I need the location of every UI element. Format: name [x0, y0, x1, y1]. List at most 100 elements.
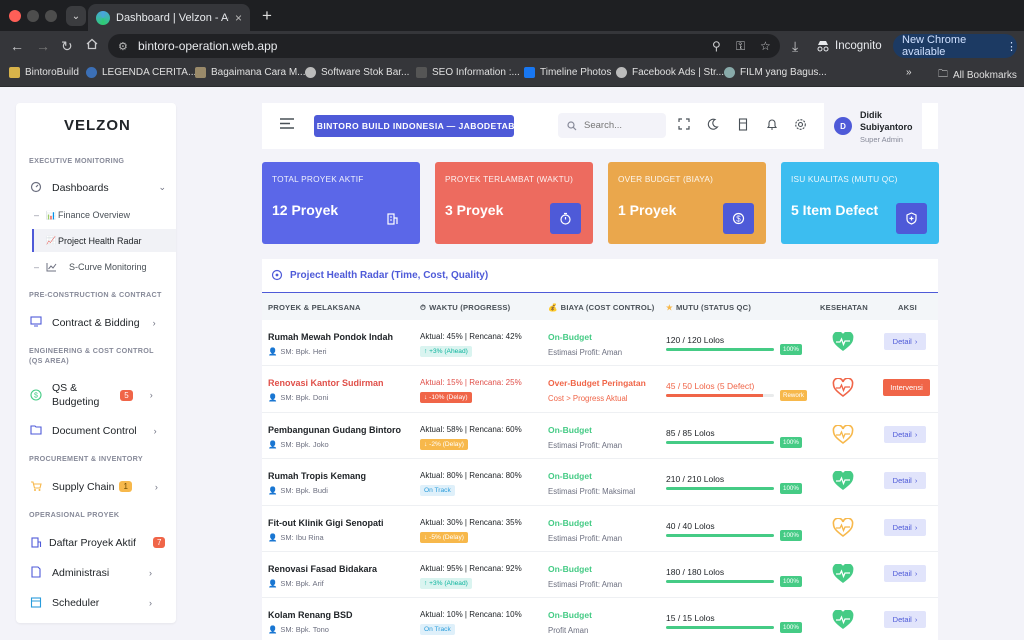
line-chart-icon [46, 262, 57, 272]
sidebar-item-scheduler[interactable]: Scheduler › [30, 596, 166, 609]
close-tab-icon[interactable]: × [235, 11, 242, 25]
project-name[interactable]: Pembangunan Gudang Bintoro [268, 425, 401, 435]
home-icon[interactable] [86, 38, 98, 50]
qc-badge: 100% [780, 483, 802, 495]
search-input[interactable] [584, 120, 654, 131]
budget-status: Over-Budget Peringatan [548, 378, 646, 389]
section-procurement-inventory: PROCUREMENT & INVENTORY [29, 454, 143, 463]
dollar-icon: $ [723, 203, 754, 234]
user-profile-dropdown[interactable]: D Didik Subiyantoro Super Admin [824, 103, 922, 149]
schedule-status-badge: ↓ -5% (Delay) [420, 531, 468, 543]
all-bookmarks-button[interactable]: 🗀 All Bookmarks [938, 67, 1017, 84]
fullscreen-icon[interactable] [678, 118, 690, 130]
sidebar-item-document-control[interactable]: Document Control › [30, 424, 166, 437]
sidebar-subitem-s-curve-monitoring[interactable]: – S-Curve Monitoring [34, 262, 147, 272]
health-heart-icon [832, 332, 854, 352]
bookmark-item[interactable]: Timeline Photos [524, 67, 611, 78]
minimize-window-button[interactable] [27, 10, 39, 22]
budget-status: On-Budget [548, 332, 592, 342]
bookmark-item[interactable]: LEGENDA CERITA... [86, 67, 196, 78]
hamburger-menu-icon[interactable] [280, 118, 294, 129]
detail-button[interactable]: Detail › [884, 518, 926, 536]
new-tab-button[interactable]: + [262, 6, 272, 26]
bookmark-favicon-icon [195, 67, 206, 78]
close-window-button[interactable] [9, 10, 21, 22]
dark-mode-moon-icon[interactable] [707, 118, 719, 130]
qc-progress-bar [666, 533, 774, 537]
table-row: Renovasi Fasad Bidakara 👤 SM: Bpk. Arif Akt… [262, 552, 938, 599]
maximize-window-button[interactable] [45, 10, 57, 22]
detail-button[interactable]: Detail › [884, 425, 926, 443]
site-manager: 👤 SM: Bpk. Joko [268, 440, 329, 449]
search-box[interactable] [558, 113, 666, 138]
kpi-card[interactable]: PROYEK TERLAMBAT (WAKTU) 3 Proyek [435, 162, 593, 244]
site-info-icon[interactable]: ⚙ [118, 40, 128, 53]
sidebar-item-contract-bidding[interactable]: Contract & Bidding › [30, 316, 166, 329]
new-chrome-available-button[interactable]: New Chrome available ⋮ [893, 34, 1017, 58]
sidebar-item-dashboards[interactable]: Dashboards ⌄ [30, 181, 166, 194]
qc-badge: 100% [780, 622, 802, 634]
sidebar-item-daftar-proyek-aktif[interactable]: Daftar Proyek Aktif 7 [30, 536, 166, 549]
company-badge[interactable]: PT. BINTORO BUILD INDONESIA — JABODETABE… [300, 115, 527, 137]
kpi-card[interactable]: OVER BUDGET (BIAYA) 1 Proyek $ [608, 162, 766, 244]
password-key-icon[interactable]: ⚿ [736, 39, 745, 54]
bookmark-label: Software Stok Bar... [321, 67, 410, 78]
sidebar-item-administrasi[interactable]: Administrasi › [30, 566, 166, 579]
settings-gear-icon[interactable] [794, 118, 807, 131]
tab-search-button[interactable]: ⌄ [66, 6, 86, 26]
bookmark-item[interactable]: Facebook Ads | Str... [616, 67, 724, 78]
detail-button[interactable]: Detail › [884, 611, 926, 629]
reload-icon[interactable]: ↻ [61, 38, 73, 55]
bookmark-item[interactable]: BintoroBuild [9, 67, 79, 78]
detail-button[interactable]: Detail › [884, 333, 926, 350]
project-name[interactable]: Fit-out Klinik Gigi Senopati [268, 518, 384, 528]
bookmark-item[interactable]: Software Stok Bar... [305, 67, 409, 78]
bookmarks-overflow-button[interactable]: » [906, 67, 912, 78]
project-name[interactable]: Renovasi Fasad Bidakara [268, 564, 377, 574]
incognito-indicator[interactable]: Incognito [816, 36, 882, 56]
sidebar-subitem-project-health-radar[interactable]: 📈 Project Health Radar [32, 229, 176, 252]
download-icon[interactable]: ⤓ [792, 38, 798, 55]
bookmark-label: BintoroBuild [25, 67, 79, 78]
app-logo[interactable]: VELZON [64, 117, 131, 134]
globe-icon [616, 67, 627, 78]
detail-button[interactable]: Detail › [884, 564, 926, 582]
detail-button[interactable]: Detail › [884, 472, 926, 490]
project-name[interactable]: Kolam Renang BSD [268, 610, 353, 620]
site-manager: 👤 SM: Bpk. Tono [268, 625, 329, 634]
sidebar-item-supply-chain[interactable]: Supply Chain 1 › [30, 480, 166, 493]
user-role: Super Admin [860, 134, 903, 144]
bookmark-star-icon[interactable]: ☆ [760, 39, 771, 53]
sidebar-item-qs-budgeting[interactable]: $ QS & Budgeting 5 › [30, 381, 166, 409]
section-pre-construction: PRE-CONSTRUCTION & CONTRACT [29, 290, 162, 299]
more-menu-icon[interactable]: ⋮ [1006, 40, 1017, 53]
intervensi-button[interactable]: Intervensi [883, 379, 930, 397]
project-name[interactable]: Renovasi Kantor Sudirman [268, 378, 384, 388]
notes-icon[interactable] [738, 118, 748, 131]
notification-bell-icon[interactable] [766, 118, 778, 131]
bookmark-item[interactable]: FILM yang Bagus... [724, 67, 827, 78]
qc-progress-bar [666, 348, 774, 351]
kpi-card[interactable]: ISU KUALITAS (MUTU QC) 5 Item Defect [781, 162, 939, 244]
bookmark-item[interactable]: SEO Information :... [416, 67, 520, 78]
qc-result: 180 / 180 Lolos [666, 566, 725, 577]
project-name[interactable]: Rumah Mewah Pondok Indah [268, 332, 393, 342]
sidebar-item-label: Scheduler [52, 596, 100, 609]
address-bar[interactable]: ⚙ bintoro-operation.web.app ⚲ ⚿ ☆ [108, 34, 780, 58]
col-mutu-label: MUTU (STATUS QC) [676, 303, 752, 312]
sidebar-item-label: Administrasi [52, 566, 110, 579]
dashboard-icon [30, 181, 43, 194]
back-icon[interactable]: ← [10, 38, 24, 54]
cart-icon [30, 480, 43, 493]
browser-tab[interactable]: Dashboard | Velzon - Admin & D × [88, 4, 250, 31]
chevron-right-icon: › [914, 615, 918, 625]
detail-button-label: Detail [892, 476, 912, 486]
kpi-card[interactable]: TOTAL PROYEK AKTIF 12 Proyek [262, 162, 420, 244]
schedule-status-badge: On Track [420, 624, 455, 636]
project-name[interactable]: Rumah Tropis Kemang [268, 471, 366, 481]
forward-icon[interactable]: → [36, 38, 50, 54]
sidebar-subitem-finance-overview[interactable]: – 📊 Finance Overview [34, 210, 130, 220]
col-waktu: ⏱ WAKTU (PROGRESS) [420, 303, 510, 313]
bookmark-item[interactable]: Bagaimana Cara M... [195, 67, 306, 78]
zoom-icon[interactable]: ⚲ [712, 39, 721, 53]
